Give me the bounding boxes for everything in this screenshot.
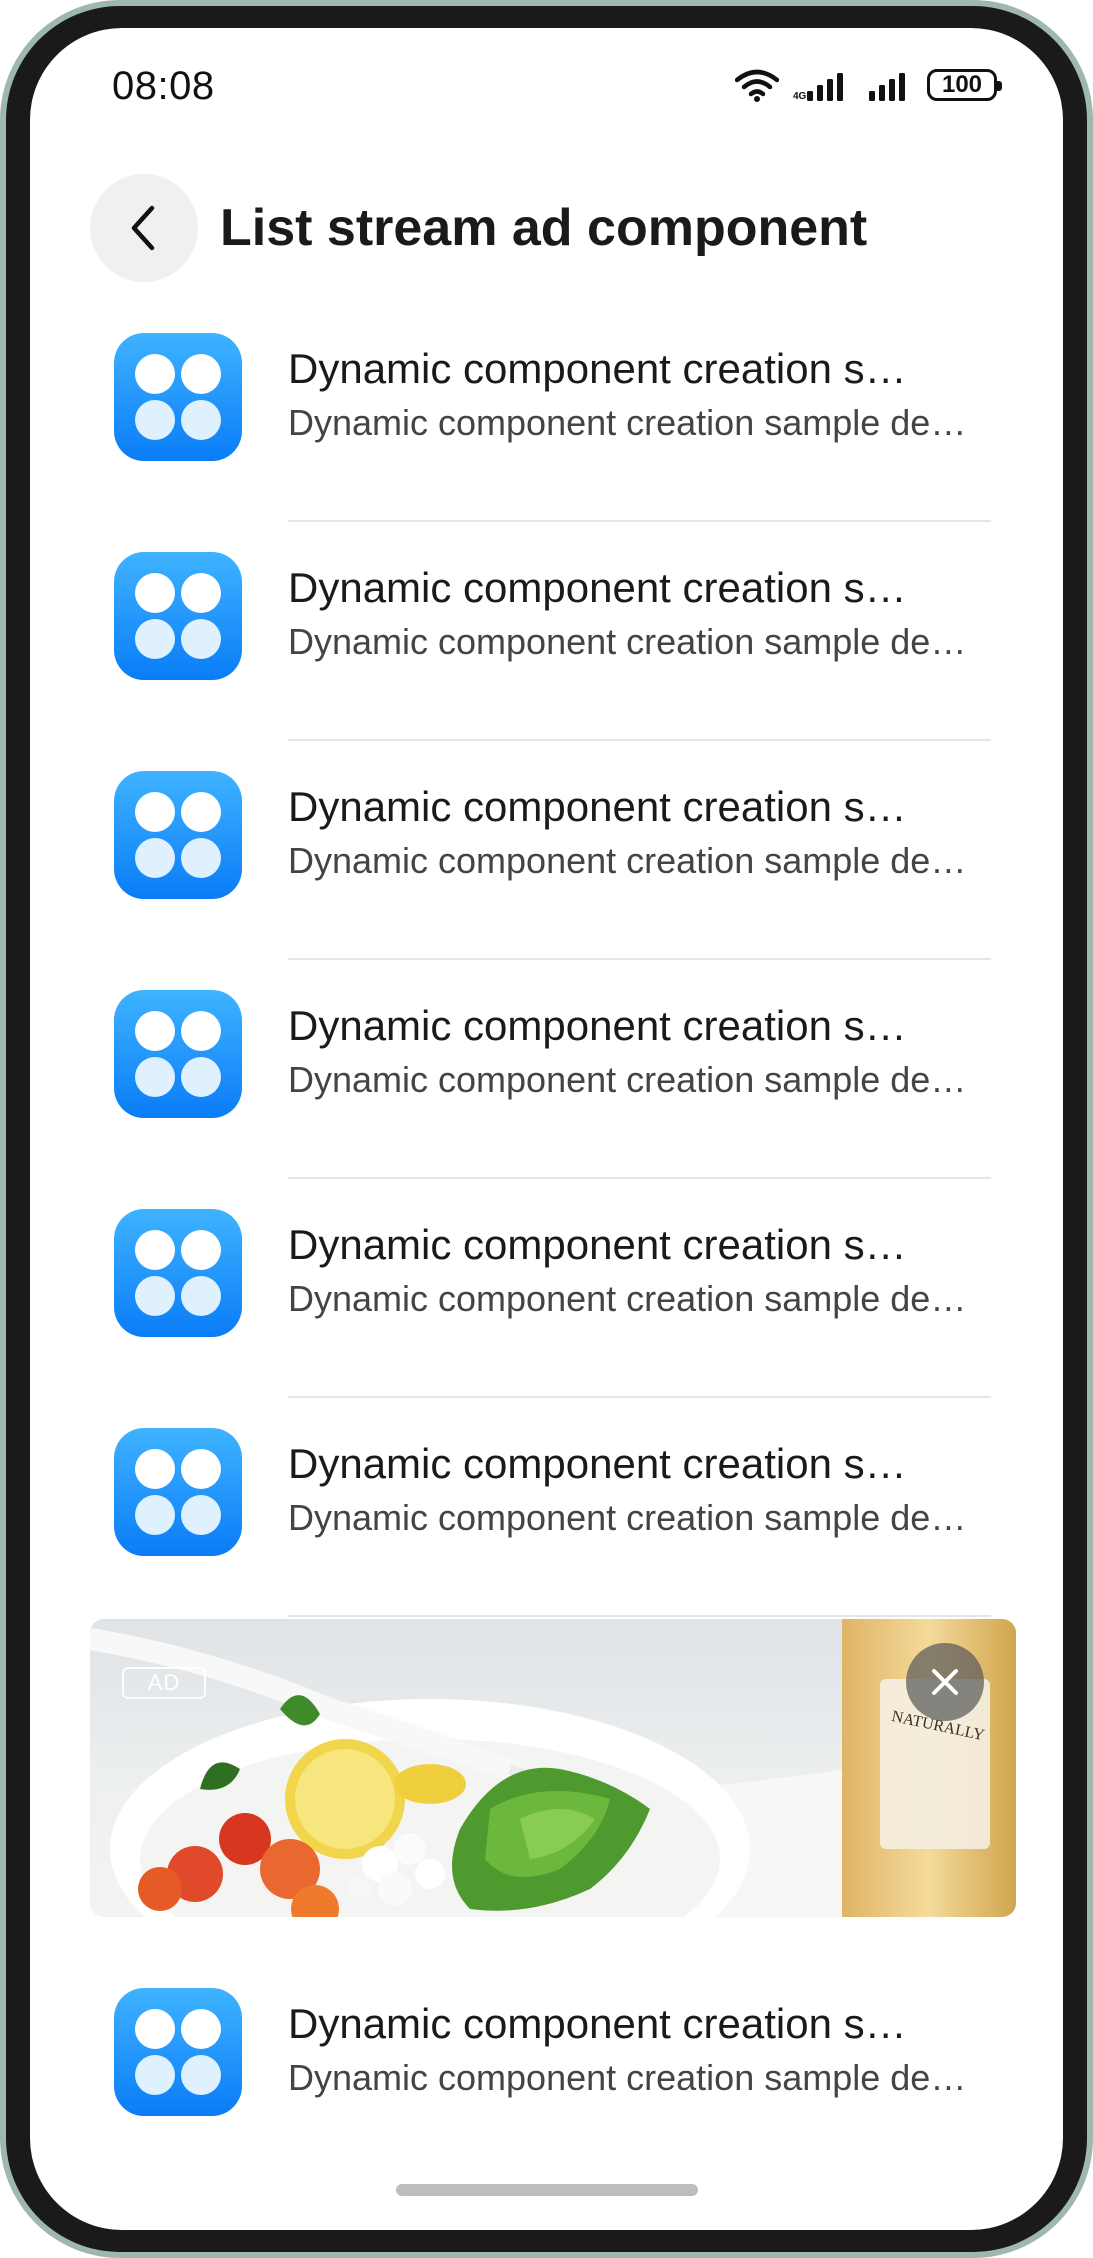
list-item-text: Dynamic component creation sample Dynami… bbox=[288, 779, 978, 887]
app-grid-icon bbox=[114, 552, 242, 680]
list-item-title: Dynamic component creation sample bbox=[288, 345, 928, 392]
list-item-text: Dynamic component creation sample Dynami… bbox=[288, 341, 978, 449]
ad-badge: AD bbox=[122, 1667, 206, 1699]
list-item-text: Dynamic component creation sample Dynami… bbox=[288, 998, 978, 1106]
signal-icon: 4G bbox=[793, 73, 843, 101]
back-button[interactable] bbox=[90, 174, 198, 282]
list-item[interactable]: Dynamic component creation sample Dynami… bbox=[30, 1958, 1063, 2177]
list-item-subtitle: Dynamic component creation sample descri… bbox=[288, 402, 968, 443]
battery-level: 100 bbox=[941, 71, 983, 98]
phone-frame: 08:08 4G 100 List stream ad component Dy… bbox=[6, 6, 1087, 2252]
status-time: 08:08 bbox=[112, 64, 215, 108]
list: Dynamic component creation sample Dynami… bbox=[30, 303, 1063, 1617]
app-grid-icon bbox=[114, 333, 242, 461]
list-item[interactable]: Dynamic component creation sample Dynami… bbox=[30, 303, 1063, 522]
list-item-text: Dynamic component creation sample Dynami… bbox=[288, 560, 978, 668]
list-item[interactable]: Dynamic component creation sample Dynami… bbox=[30, 960, 1063, 1179]
wifi-icon bbox=[735, 69, 779, 102]
list-item-text: Dynamic component creation sample Dynami… bbox=[288, 1996, 978, 2104]
list-item-subtitle: Dynamic component creation sample descri… bbox=[288, 1059, 968, 1100]
app-grid-icon bbox=[114, 1988, 242, 2116]
battery-icon: 100 bbox=[927, 69, 1002, 101]
list-item-subtitle: Dynamic component creation sample descri… bbox=[288, 621, 968, 662]
header: List stream ad component bbox=[30, 148, 1063, 282]
signal-icon bbox=[869, 73, 905, 101]
list-item-subtitle: Dynamic component creation sample descri… bbox=[288, 1497, 968, 1538]
home-indicator[interactable] bbox=[395, 2184, 698, 2196]
list-item-title: Dynamic component creation sample bbox=[288, 2000, 928, 2047]
list-item-text: Dynamic component creation sample Dynami… bbox=[288, 1436, 978, 1544]
svg-text:4G: 4G bbox=[793, 91, 807, 101]
list: Dynamic component creation sample Dynami… bbox=[30, 1958, 1063, 2177]
app-grid-icon bbox=[114, 990, 242, 1118]
list-item[interactable]: Dynamic component creation sample Dynami… bbox=[30, 1398, 1063, 1617]
divider bbox=[288, 1615, 991, 1617]
screen: 08:08 4G 100 List stream ad component Dy… bbox=[30, 28, 1063, 2230]
list-item-title: Dynamic component creation sample bbox=[288, 1440, 928, 1487]
app-grid-icon bbox=[114, 1209, 242, 1337]
list-item-title: Dynamic component creation sample bbox=[288, 564, 928, 611]
phone-bezel: 08:08 4G 100 List stream ad component Dy… bbox=[0, 0, 1093, 2258]
app-grid-icon bbox=[114, 771, 242, 899]
list-item-subtitle: Dynamic component creation sample descri… bbox=[288, 2057, 968, 2098]
list-item-text: Dynamic component creation sample Dynami… bbox=[288, 1217, 978, 1325]
list-item[interactable]: Dynamic component creation sample Dynami… bbox=[30, 741, 1063, 960]
page-title: List stream ad component bbox=[220, 199, 868, 257]
list-item-subtitle: Dynamic component creation sample descri… bbox=[288, 840, 968, 881]
ad-close-button[interactable] bbox=[906, 1643, 984, 1721]
list-item[interactable]: Dynamic component creation sample Dynami… bbox=[30, 1179, 1063, 1398]
app-grid-icon bbox=[114, 1428, 242, 1556]
close-icon bbox=[932, 1669, 958, 1695]
list-item-title: Dynamic component creation sample bbox=[288, 1221, 928, 1268]
status-bar: 08:08 4G 100 bbox=[30, 28, 1063, 148]
ad-image: NATURALLY bbox=[90, 1619, 1016, 1917]
list-item-title: Dynamic component creation sample bbox=[288, 1002, 928, 1049]
status-icons: 4G 100 bbox=[735, 68, 1002, 102]
list-item-title: Dynamic component creation sample bbox=[288, 783, 928, 830]
chevron-left-icon bbox=[131, 205, 155, 251]
list-item-subtitle: Dynamic component creation sample descri… bbox=[288, 1278, 968, 1319]
list-item[interactable]: Dynamic component creation sample Dynami… bbox=[30, 522, 1063, 741]
ad-banner[interactable]: NATURALLY AD bbox=[90, 1619, 1016, 1917]
